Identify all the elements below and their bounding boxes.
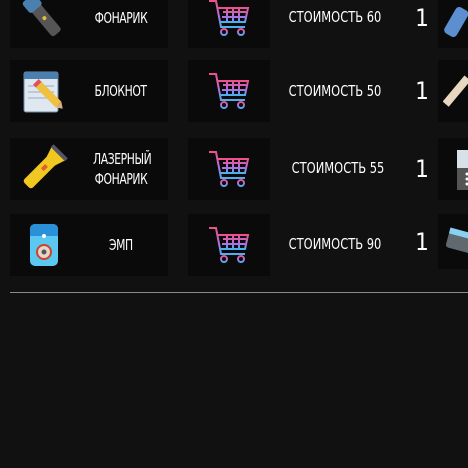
item-count: 1 — [415, 4, 429, 32]
notepad-pencil-icon — [443, 75, 468, 107]
price-label: СТОИМОСТЬ 90 — [288, 235, 382, 253]
emp-device-icon — [29, 223, 59, 266]
item-card: ЛАЗЕРНЫЙ ФОНАРИК — [10, 138, 168, 200]
buy-cart-button[interactable] — [188, 0, 270, 48]
inventory-slot[interactable] — [438, 138, 468, 200]
inventory-slot[interactable] — [438, 214, 468, 269]
flashlight-icon — [444, 6, 468, 38]
buy-cart-button[interactable] — [188, 138, 270, 200]
shop-row: ЭМП СТОИМОСТЬ 90 1 — [0, 214, 468, 276]
device-icon — [457, 150, 468, 190]
shopping-cart-icon — [207, 225, 251, 265]
divider — [10, 292, 468, 293]
price-label: СТОИМОСТЬ 55 — [291, 159, 385, 177]
item-name: ФОНАРИК — [94, 9, 148, 27]
shopping-cart-icon — [207, 0, 251, 38]
laser-flashlight-icon — [23, 144, 68, 189]
item-card: ЭМП — [10, 214, 168, 276]
item-name: БЛОКНОТ — [94, 82, 148, 100]
item-card: БЛОКНОТ — [10, 60, 168, 122]
flashlight-icon — [22, 0, 61, 37]
shopping-cart-icon — [207, 149, 251, 189]
item-name: ЛАЗЕРНЫЙ ФОНАРИК — [93, 150, 152, 188]
shop-row: БЛОКНОТ СТОИМОСТЬ 50 1 — [0, 60, 468, 122]
item-count: 1 — [415, 155, 429, 183]
shop-row: ЛАЗЕРНЫЙ ФОНАРИК СТОИМОСТЬ 55 1 — [0, 138, 468, 200]
notepad-icon — [23, 71, 63, 113]
shopping-cart-icon — [207, 71, 251, 111]
item-name: ЭМП — [109, 236, 133, 254]
inventory-slot[interactable] — [438, 0, 468, 48]
item-count: 1 — [415, 228, 429, 256]
item-count: 1 — [415, 77, 429, 105]
item-card: ФОНАРИК — [10, 0, 168, 48]
camera-icon — [445, 227, 468, 254]
buy-cart-button[interactable] — [188, 60, 270, 122]
inventory-slot[interactable] — [438, 60, 468, 122]
buy-cart-button[interactable] — [188, 214, 270, 276]
shop-row: ФОНАРИК СТОИМОСТЬ 60 1 — [0, 0, 468, 48]
price-label: СТОИМОСТЬ 60 — [288, 8, 382, 26]
price-label: СТОИМОСТЬ 50 — [288, 82, 382, 100]
